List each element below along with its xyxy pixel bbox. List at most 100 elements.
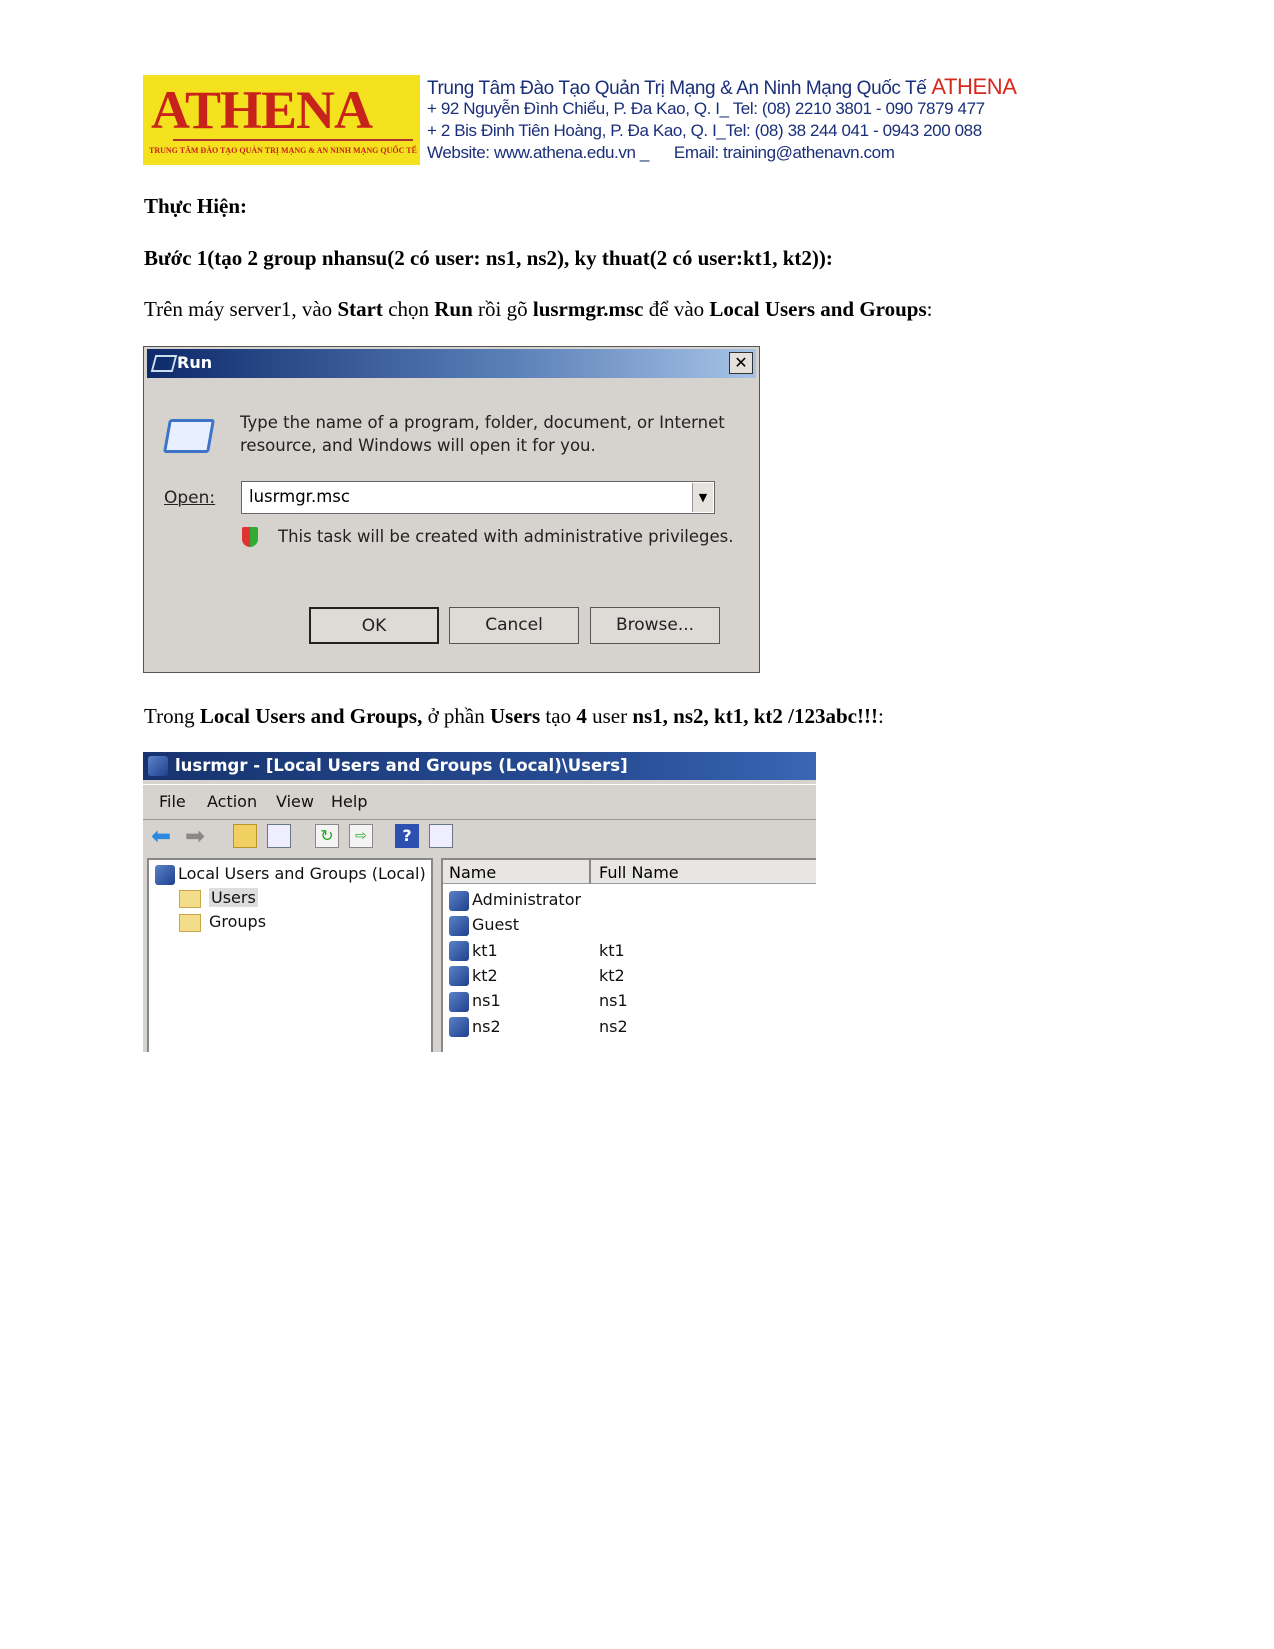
text-run: ns1, ns2, kt1, kt2 /123abc!!! xyxy=(632,704,878,728)
text-run: tạo xyxy=(540,704,577,728)
description-line-2: resource, and Windows will open it for y… xyxy=(240,436,596,455)
run-dialog: Run ✕ Type the name of a program, folder… xyxy=(143,346,760,673)
tree-root-label: Local Users and Groups (Local) xyxy=(178,864,426,883)
mmc-title-bar: lusrmgr - [Local Users and Groups (Local… xyxy=(143,752,816,780)
org-name-line: Trung Tâm Đào Tạo Quản Trị Mạng & An Nin… xyxy=(427,74,1017,100)
forward-icon[interactable]: ➡ xyxy=(185,824,209,848)
menu-view[interactable]: View xyxy=(276,792,314,811)
ok-button[interactable]: OK xyxy=(309,607,439,644)
text-run: : xyxy=(926,297,933,321)
run-program-icon xyxy=(163,419,215,453)
user-icon xyxy=(449,1017,469,1037)
text-run: để vào xyxy=(643,297,710,321)
up-folder-icon[interactable] xyxy=(233,824,257,848)
tree-item-groups[interactable]: Groups xyxy=(179,912,266,936)
user-row[interactable]: Guest xyxy=(449,915,816,939)
text-run: Run xyxy=(434,297,473,321)
org-brand: ATHENA xyxy=(931,74,1017,99)
export-list-icon[interactable]: ⇨ xyxy=(349,824,373,848)
open-input[interactable]: lusrmgr.msc xyxy=(249,487,350,506)
athena-logo: ATHENA TRUNG TÂM ĐÀO TẠO QUẢN TRỊ MẠNG &… xyxy=(143,75,420,165)
text-run: Trên máy server1, vào xyxy=(144,297,338,321)
tree-root[interactable]: Local Users and Groups (Local) xyxy=(155,864,426,888)
text-run: ở phần xyxy=(422,704,491,728)
paragraph-2: Trong Local Users and Groups, ở phần Use… xyxy=(144,704,884,729)
user-icon xyxy=(449,941,469,962)
logo-divider xyxy=(173,139,413,141)
step-1: Bước 1(tạo 2 group nhansu(2 có user: ns1… xyxy=(144,246,833,270)
paragraph-1: Trên máy server1, vào Start chọn Run rồi… xyxy=(144,297,933,322)
lusrmgr-window: lusrmgr - [Local Users and Groups (Local… xyxy=(143,752,816,1052)
logo-subtitle: TRUNG TÂM ĐÀO TẠO QUẢN TRỊ MẠNG & AN NIN… xyxy=(149,146,417,155)
run-description: Type the name of a program, folder, docu… xyxy=(240,411,725,457)
folder-icon xyxy=(179,889,201,908)
user-row[interactable]: kt1 kt1 xyxy=(449,941,816,965)
user-name: kt2 xyxy=(472,965,498,985)
users-app-icon xyxy=(148,756,168,776)
mmc-title: lusrmgr - [Local Users and Groups (Local… xyxy=(175,756,628,775)
text-run: user xyxy=(586,704,633,728)
admin-note: This task will be created with administr… xyxy=(278,527,734,546)
uac-shield-icon xyxy=(242,527,258,547)
open-combobox[interactable]: lusrmgr.msc ▼ xyxy=(241,481,715,514)
users-list-pane: Name Full Name Administrator Guest kt1 kt1 k… xyxy=(441,858,816,1052)
user-full-name: ns1 xyxy=(599,991,628,1011)
refresh-icon[interactable]: ↻ xyxy=(315,824,339,848)
user-row[interactable]: ns1 ns1 xyxy=(449,991,816,1015)
user-row[interactable]: Administrator xyxy=(449,890,816,914)
document-page: ATHENA TRUNG TÂM ĐÀO TẠO QUẢN TRỊ MẠNG &… xyxy=(0,0,1274,1649)
column-header-full-name[interactable]: Full Name xyxy=(591,860,816,884)
text-run: lusrmgr.msc xyxy=(532,297,644,321)
close-button[interactable]: ✕ xyxy=(729,352,753,374)
email: Email: training@athenavn.com xyxy=(673,143,895,162)
browse-button[interactable]: Browse... xyxy=(590,607,720,644)
website: Website: www.athena.edu.vn _ xyxy=(427,143,649,162)
user-row[interactable]: ns2 ns2 xyxy=(449,1017,816,1041)
show-hide-tree-icon[interactable] xyxy=(267,824,291,848)
menu-action[interactable]: Action xyxy=(207,792,257,811)
heading: Thực Hiện: xyxy=(144,194,248,218)
user-full-name: kt2 xyxy=(599,965,625,985)
cancel-button[interactable]: Cancel xyxy=(449,607,579,644)
run-title-bar: Run ✕ xyxy=(147,349,756,378)
show-action-pane-icon[interactable] xyxy=(429,824,453,848)
run-title: Run xyxy=(177,353,213,372)
folder-icon xyxy=(179,913,201,932)
text-run: Users xyxy=(490,704,541,728)
user-name: Administrator xyxy=(472,890,582,909)
user-icon xyxy=(449,915,469,936)
address-2: + 2 Bis Đinh Tiên Hoàng, P. Đa Kao, Q. I… xyxy=(427,121,982,140)
open-label: Open: xyxy=(164,488,216,508)
tree-item-users-label: Users xyxy=(209,888,258,907)
description-line-1: Type the name of a program, folder, docu… xyxy=(240,413,725,432)
run-icon xyxy=(150,355,178,372)
help-icon[interactable]: ? xyxy=(395,824,419,848)
address-1: + 92 Nguyễn Đình Chiểu, P. Đa Kao, Q. I_… xyxy=(427,99,985,118)
user-full-name: ns2 xyxy=(599,1016,628,1036)
tree-item-groups-label: Groups xyxy=(209,912,267,931)
back-icon[interactable]: ⬅ xyxy=(151,824,175,848)
tree-pane: Local Users and Groups (Local) Users Gro… xyxy=(147,858,433,1052)
text-run: Start xyxy=(337,297,383,321)
user-name: ns2 xyxy=(472,1016,501,1036)
user-name: Guest xyxy=(472,915,519,935)
menu-help[interactable]: Help xyxy=(331,792,367,811)
column-header-name[interactable]: Name xyxy=(443,860,591,884)
user-icon xyxy=(449,966,469,987)
dropdown-arrow-icon[interactable]: ▼ xyxy=(692,483,713,512)
text-run: Trong xyxy=(144,704,200,728)
menu-file[interactable]: File xyxy=(159,792,186,811)
user-full-name: kt1 xyxy=(599,940,625,960)
user-row[interactable]: kt2 kt2 xyxy=(449,966,816,990)
logo-text: ATHENA xyxy=(151,80,373,140)
tree-item-users[interactable]: Users xyxy=(179,888,258,912)
contact-line: Website: www.athena.edu.vn _ Email: train… xyxy=(427,143,895,163)
text-run: chọn xyxy=(382,297,435,321)
text-run: Local Users and Groups, xyxy=(199,704,423,728)
user-name: ns1 xyxy=(472,991,501,1011)
text-run: Local Users and Groups xyxy=(709,297,927,321)
text-run: 4 xyxy=(576,704,587,728)
user-icon xyxy=(449,890,469,911)
text-run: : xyxy=(877,704,884,728)
user-name: kt1 xyxy=(472,940,498,960)
